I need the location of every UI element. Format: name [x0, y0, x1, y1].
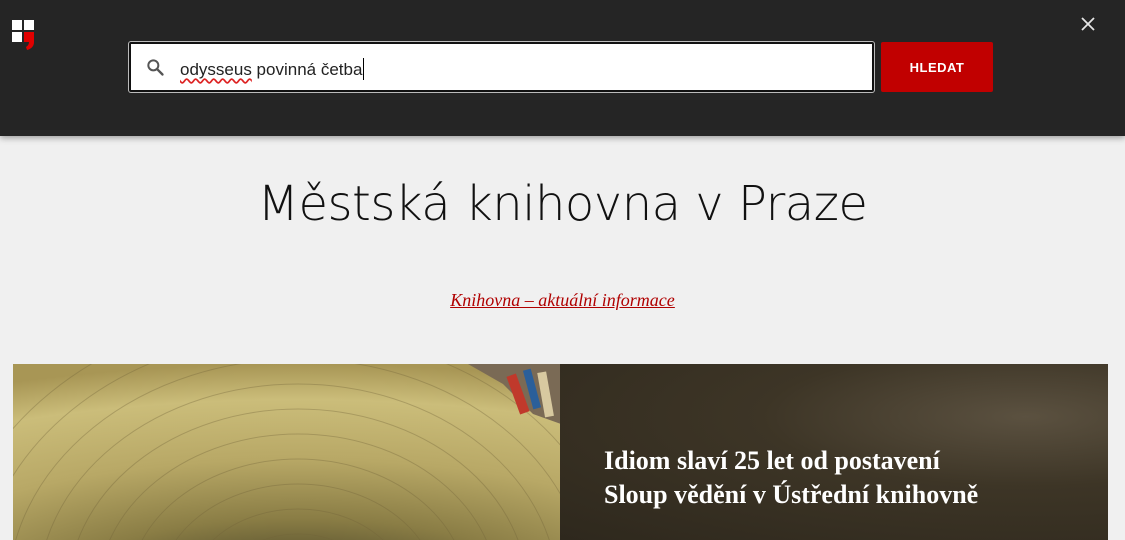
search-button[interactable]: HLEDAT [881, 42, 993, 92]
search-icon [147, 59, 164, 76]
hero-headline-line2: Sloup vědění v Ústřední knihovně [604, 480, 979, 509]
search-input[interactable] [179, 44, 859, 90]
current-info-link[interactable]: Knihovna – aktuální informace [450, 290, 674, 310]
hero-headline-line1: Idiom slaví 25 let od postavení [604, 446, 940, 475]
close-icon[interactable] [1076, 12, 1100, 36]
page-title: Městská knihovna v Praze [257, 176, 868, 232]
hero-image [13, 364, 561, 540]
hero-headline[interactable]: Idiom slaví 25 let od postavení Sloup věd… [604, 444, 1074, 512]
library-logo-icon[interactable] [12, 20, 36, 50]
info-link-container: Knihovna – aktuální informace [0, 290, 1125, 311]
hero-text-panel: Idiom slaví 25 let od postavení Sloup věd… [560, 364, 1108, 540]
search-field[interactable]: odysseus povinná četba [129, 42, 874, 92]
hero-banner[interactable]: Idiom slaví 25 let od postavení Sloup věd… [13, 364, 1108, 540]
search-overlay-header: odysseus povinná četba HLEDAT [0, 0, 1125, 136]
